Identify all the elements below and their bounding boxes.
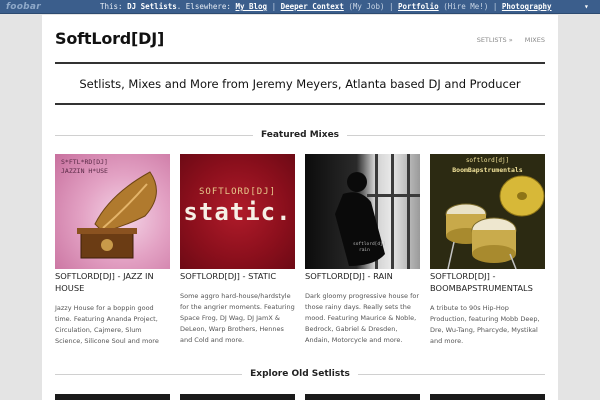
link-my-blog[interactable]: My Blog: [235, 2, 267, 11]
main-nav: SETLISTS » MIXES: [467, 36, 545, 44]
cover-text-top: SOFTLORD[DJ]: [198, 187, 277, 197]
link-portfolio[interactable]: Portfolio: [398, 2, 439, 11]
link-portfolio-note: (Hire Me!): [443, 2, 489, 11]
mix-cover-static[interactable]: SOFTLORD[DJ] static.: [180, 154, 295, 269]
mix-description: Dark gloomy progressive house for those …: [305, 292, 420, 344]
mix-card: softlord[dj] rain SOFTLORD[DJ] - RAIN Da…: [305, 154, 420, 346]
setlist-thumbnail[interactable]: [430, 394, 545, 400]
mix-cover-jazz-in-house[interactable]: S*FTL*RD[DJ] JAZZIN H*USE: [55, 154, 170, 269]
page-content: SoftLord[DJ] SETLISTS » MIXES Setlists, …: [42, 15, 558, 400]
cover-text-top: S*FTL*RD[DJ]: [61, 158, 108, 166]
mix-description: Jazzy House for a boppin good time. Feat…: [55, 304, 159, 345]
mix-card: SOFTLORD[DJ] static. SOFTLORD[DJ] - STAT…: [180, 154, 295, 346]
header-divider-bottom: [55, 103, 545, 105]
elsewhere-label: . Elsewhere:: [176, 2, 231, 11]
mix-card: S*FTL*RD[DJ] JAZZIN H*USE SOFTLORD[DJ] -…: [55, 154, 170, 347]
mix-title[interactable]: SOFTLORD[DJ] - STATIC: [180, 270, 295, 282]
cover-text-top: softlord[dj]: [353, 242, 386, 247]
mix-card: softlord[dj] BoomBapstrumentals SOFTLORD…: [430, 154, 545, 347]
featured-mixes-heading: Featured Mixes: [55, 128, 545, 142]
mix-cover-boombapstrumentals[interactable]: softlord[dj] BoomBapstrumentals: [430, 154, 545, 269]
mix-cover-rain[interactable]: softlord[dj] rain: [305, 154, 420, 269]
cover-text-sub: JAZZIN H*USE: [61, 167, 108, 175]
link-deeper-context-note: (My Job): [348, 2, 385, 11]
link-photography[interactable]: Photography: [502, 2, 552, 11]
nav-mixes[interactable]: MIXES: [525, 36, 545, 44]
featured-mixes-label: Featured Mixes: [252, 130, 348, 140]
link-deeper-context[interactable]: Deeper Context: [281, 2, 344, 11]
mix-title[interactable]: SOFTLORD[DJ] - BOOMBAPSTRUMENTALS: [430, 270, 545, 294]
brand-logo[interactable]: foobar: [6, 0, 41, 14]
mix-description: Some aggro hard-house/hardstyle for the …: [180, 292, 295, 344]
nav-setlists[interactable]: SETLISTS »: [477, 36, 513, 44]
setlist-thumbnail[interactable]: [305, 394, 420, 400]
explore-setlists-heading: Explore Old Setlists: [55, 367, 545, 381]
site-title[interactable]: SoftLord[DJ]: [55, 29, 164, 48]
top-bar-links: This: DJ Setlists. Elsewhere: My Blog | …: [100, 2, 552, 11]
cover-text-sub: static.: [183, 198, 292, 226]
cover-text-top: softlord[dj]: [465, 157, 510, 164]
header-divider-top: [55, 62, 545, 64]
mix-title[interactable]: SOFTLORD[DJ] - RAIN: [305, 270, 420, 282]
this-site: DJ Setlists: [127, 2, 177, 11]
setlist-thumbnail[interactable]: [55, 394, 170, 400]
mix-description: A tribute to 90s Hip-Hop Production, fea…: [430, 304, 540, 345]
mix-title[interactable]: SOFTLORD[DJ] - JAZZ IN HOUSE: [55, 270, 170, 294]
tagline: Setlists, Mixes and More from Jeremy Mey…: [79, 77, 521, 91]
top-bar: foobar This: DJ Setlists. Elsewhere: My …: [0, 0, 600, 14]
explore-setlists-label: Explore Old Setlists: [242, 369, 358, 379]
chevron-down-icon[interactable]: ▾: [584, 3, 592, 11]
cover-text-sub: rain: [359, 248, 370, 253]
setlist-thumbnail[interactable]: [180, 394, 295, 400]
this-label: This:: [100, 2, 123, 11]
cover-text-sub: BoomBapstrumentals: [452, 166, 523, 174]
